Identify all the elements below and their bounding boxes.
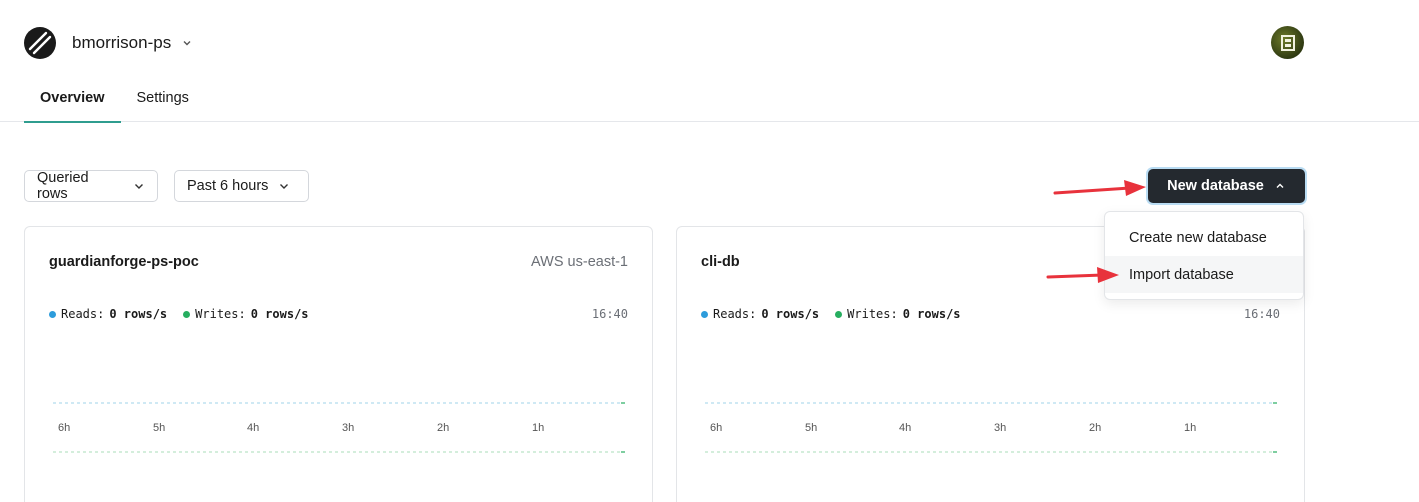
- x-tick-label: 5h: [153, 422, 165, 434]
- reads-dot-icon: [701, 310, 708, 318]
- org-switcher[interactable]: bmorrison-ps: [72, 33, 193, 53]
- legend-writes: Writes: 0 rows/s: [183, 307, 309, 321]
- metric-select-label: Queried rows: [37, 170, 89, 202]
- metric-select[interactable]: Queried rows: [24, 170, 158, 202]
- planetscale-logo-icon[interactable]: [24, 27, 56, 59]
- top-header: bmorrison-ps Overview Settings: [0, 0, 1419, 123]
- reads-value: 0 rows/s: [761, 307, 820, 321]
- x-tick-label: 5h: [805, 422, 817, 434]
- menu-item-create-database[interactable]: Create new database: [1105, 219, 1303, 256]
- database-card[interactable]: guardianforge-ps-poc AWS us-east-1 Reads…: [24, 226, 653, 502]
- chevron-down-icon: [135, 184, 144, 189]
- x-tick-label: 3h: [342, 422, 354, 434]
- x-tick-label: 1h: [1184, 422, 1196, 434]
- x-tick-label: 2h: [437, 422, 449, 434]
- x-tick-label: 4h: [247, 422, 259, 434]
- reads-label: Reads:: [61, 307, 105, 321]
- user-avatar-icon[interactable]: [1271, 26, 1304, 59]
- chart-time: 16:40: [1243, 307, 1280, 321]
- activity-chart: 6h 5h 4h 3h 2h 1h: [53, 402, 625, 453]
- writes-label: Writes:: [847, 307, 898, 321]
- red-arrow-pointing-import-icon: [1046, 267, 1119, 283]
- tab-overview[interactable]: Overview: [24, 75, 121, 123]
- x-tick-label: 4h: [899, 422, 911, 434]
- writes-label: Writes:: [195, 307, 246, 321]
- activity-chart: 6h 5h 4h 3h 2h 1h: [705, 402, 1277, 453]
- legend-reads: Reads: 0 rows/s: [701, 307, 819, 321]
- chart-legend: Reads: 0 rows/s Writes: 0 rows/s: [701, 307, 961, 321]
- new-database-button[interactable]: New database: [1148, 169, 1305, 203]
- red-arrow-pointing-button-icon: [1053, 180, 1146, 196]
- writes-value: 0 rows/s: [902, 307, 961, 321]
- new-database-menu: Create new database Import database: [1104, 211, 1304, 300]
- reads-dot-icon: [49, 310, 56, 318]
- time-range-label: Past 6 hours: [187, 178, 269, 194]
- x-tick-label: 1h: [532, 422, 544, 434]
- time-range-select[interactable]: Past 6 hours: [174, 170, 309, 202]
- chart-time: 16:40: [591, 307, 628, 321]
- x-tick-label: 6h: [710, 422, 722, 434]
- database-region: AWS us-east-1: [531, 254, 628, 270]
- writes-value: 0 rows/s: [250, 307, 309, 321]
- new-database-label: New database: [1167, 178, 1264, 194]
- tab-settings[interactable]: Settings: [121, 75, 205, 122]
- legend-reads: Reads: 0 rows/s: [49, 307, 167, 321]
- menu-item-import-database[interactable]: Import database: [1105, 256, 1303, 293]
- legend-writes: Writes: 0 rows/s: [835, 307, 961, 321]
- avatar-glyph-icon: [1280, 34, 1295, 51]
- x-tick-label: 2h: [1089, 422, 1101, 434]
- x-tick-label: 6h: [58, 422, 70, 434]
- chevron-down-icon: [280, 184, 289, 189]
- org-name: bmorrison-ps: [72, 33, 172, 52]
- tab-bar: Overview Settings: [24, 75, 205, 123]
- chart-legend: Reads: 0 rows/s Writes: 0 rows/s: [49, 307, 309, 321]
- reads-label: Reads:: [713, 307, 757, 321]
- writes-dot-icon: [183, 310, 191, 318]
- chevron-down-icon: [183, 41, 191, 46]
- reads-value: 0 rows/s: [109, 307, 168, 321]
- chevron-up-icon: [1276, 183, 1284, 188]
- database-name[interactable]: cli-db: [701, 254, 740, 270]
- database-name[interactable]: guardianforge-ps-poc: [49, 254, 199, 270]
- writes-dot-icon: [835, 310, 843, 318]
- x-tick-label: 3h: [994, 422, 1006, 434]
